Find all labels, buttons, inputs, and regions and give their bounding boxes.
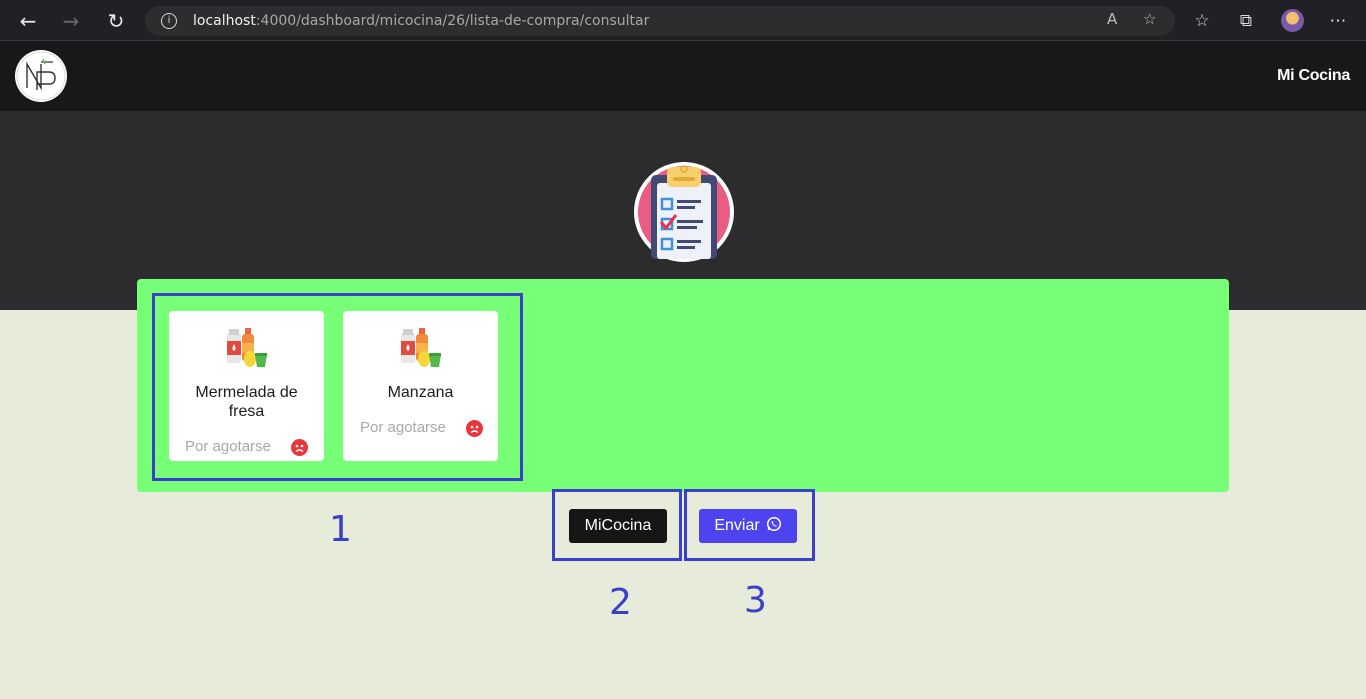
app-navbar: Mi Cocina [0, 41, 1366, 111]
site-info-icon[interactable]: i [161, 13, 177, 29]
annotation-number-1: 1 [329, 509, 352, 550]
read-aloud-icon[interactable]: A [1107, 10, 1117, 28]
profile-avatar[interactable] [1281, 9, 1304, 32]
favorites-icon[interactable]: ☆ [1189, 8, 1215, 34]
checklist-icon [633, 161, 735, 263]
annotation-box-3 [684, 489, 815, 561]
browser-toolbar: ← → ↻ i localhost:4000/dashboard/micocin… [0, 0, 1366, 41]
back-arrow-icon[interactable]: ← [15, 8, 41, 34]
annotation-number-2: 2 [609, 582, 632, 623]
url-host: localhost [193, 13, 256, 29]
refresh-icon[interactable]: ↻ [103, 8, 129, 34]
logo-icon[interactable] [15, 50, 67, 102]
annotation-box-2 [552, 489, 682, 561]
add-favorite-icon[interactable]: ☆ [1143, 10, 1156, 28]
address-bar[interactable]: i localhost:4000/dashboard/micocina/26/l… [145, 6, 1175, 36]
url-path: :4000/dashboard/micocina/26/lista-de-com… [255, 13, 650, 29]
address-url: localhost:4000/dashboard/micocina/26/lis… [193, 13, 649, 29]
annotation-box-1 [152, 293, 523, 481]
nav-brand-link[interactable]: Mi Cocina [1277, 67, 1350, 85]
annotation-number-3: 3 [744, 580, 767, 621]
forward-arrow-icon[interactable]: → [58, 8, 84, 34]
more-menu-icon[interactable]: ⋯ [1325, 8, 1351, 34]
collections-icon[interactable]: ⧉ [1233, 8, 1259, 34]
